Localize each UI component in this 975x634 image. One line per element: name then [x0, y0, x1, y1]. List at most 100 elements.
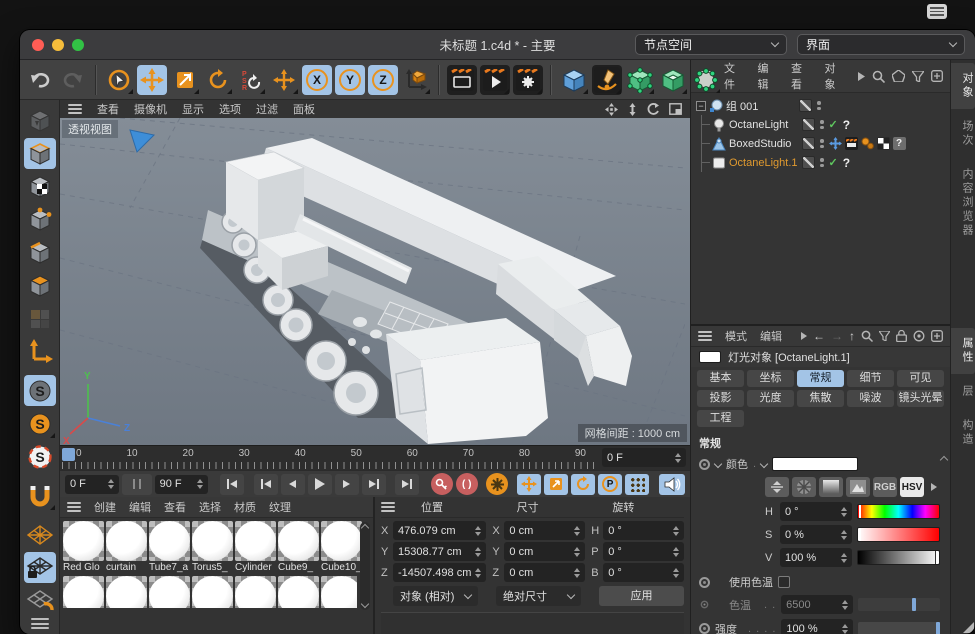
temperature-slider[interactable]	[858, 598, 940, 611]
z-axis-lock-toggle[interactable]: Z	[368, 65, 398, 95]
size-z-field[interactable]: 0 cm	[504, 563, 585, 582]
rgb-mode-button[interactable]: RGB	[873, 477, 897, 497]
psr-last-tool[interactable]: PSR	[236, 65, 266, 95]
saturation-gradient-slider[interactable]	[857, 527, 940, 542]
use-temperature-checkbox[interactable]	[778, 576, 790, 588]
tab-content-browser-vertical[interactable]: 内容浏览器	[951, 159, 975, 247]
keying-selection-button[interactable]	[625, 474, 649, 495]
object-row-light[interactable]: OctaneLight ✓ ?	[691, 115, 950, 134]
value-field[interactable]: 100 %	[780, 548, 852, 567]
goto-start-button[interactable]	[220, 474, 244, 495]
undo-button[interactable]	[25, 65, 55, 95]
attribute-menu-mode[interactable]: 模式	[725, 328, 747, 344]
visibility-toggle[interactable]	[799, 99, 812, 112]
intensity-slider[interactable]	[858, 622, 940, 634]
editor-render-dots[interactable]	[820, 158, 824, 167]
redo-button[interactable]	[58, 65, 88, 95]
collapse-icon[interactable]	[760, 460, 768, 468]
polygon-mode-button[interactable]	[24, 270, 56, 301]
param-toggle-icon[interactable]	[699, 623, 710, 634]
point-mode-button[interactable]	[24, 204, 56, 235]
up-arrow-icon[interactable]: ↑	[849, 329, 855, 343]
texture-tag-icon[interactable]	[877, 137, 890, 150]
x-axis-lock-toggle[interactable]: X	[302, 65, 332, 95]
material-item[interactable]: Cylinder	[235, 521, 276, 574]
timeline-ticks[interactable]: 0 10 20 30 40 50 60 70 80 90	[60, 446, 600, 470]
more-arrow-icon[interactable]	[931, 483, 937, 491]
axis-modification-tool[interactable]	[269, 65, 299, 95]
interface-select[interactable]: 界面	[797, 34, 965, 55]
next-frame-button[interactable]	[335, 474, 359, 495]
end-frame-field[interactable]: 90 F	[155, 475, 209, 494]
sound-toggle-button[interactable]	[659, 474, 685, 495]
hsv-mode-button[interactable]: HSV	[900, 477, 924, 497]
material-item[interactable]	[321, 576, 357, 608]
texture-mode-button[interactable]	[24, 171, 56, 202]
rotation-p-field[interactable]: 0 °	[603, 542, 684, 561]
add-panel-icon[interactable]	[931, 330, 943, 342]
tab-lens-flare[interactable]: 镜头光晕	[897, 390, 944, 407]
editor-render-dots[interactable]	[820, 139, 824, 148]
viewport-menu-icon[interactable]	[68, 104, 82, 114]
key-scale-toggle[interactable]	[544, 474, 568, 495]
compositing-tag-icon[interactable]: ?	[893, 137, 906, 150]
previous-frame-button[interactable]	[281, 474, 305, 495]
rotation-h-field[interactable]: 0 °	[603, 521, 684, 540]
goto-end-button[interactable]	[395, 474, 419, 495]
attribute-menu-edit[interactable]: 编辑	[760, 328, 782, 344]
material-scrollbar[interactable]	[360, 522, 370, 610]
param-toggle-icon[interactable]	[699, 577, 710, 588]
viewport-menu-panel[interactable]: 面板	[293, 101, 315, 117]
position-z-field[interactable]: -14507.498 cm	[393, 563, 486, 582]
tab-takes-vertical[interactable]: 场次	[951, 111, 975, 157]
param-toggle-icon[interactable]	[701, 601, 709, 609]
render-tag-icon[interactable]	[845, 137, 858, 150]
material-menu-view[interactable]: 查看	[164, 499, 186, 515]
xpresso-tag-icon[interactable]	[829, 137, 842, 150]
enabled-check-icon[interactable]: ✓	[829, 156, 838, 169]
position-x-field[interactable]: 476.079 cm	[393, 521, 486, 540]
tab-details[interactable]: 细节	[847, 370, 894, 387]
gradient-picker-icon[interactable]	[819, 477, 843, 497]
viewport-solo-off-button[interactable]: S	[24, 375, 56, 406]
autokey-button[interactable]: ( )	[456, 473, 478, 495]
editor-render-dots[interactable]	[817, 101, 821, 110]
tab-caustics[interactable]: 焦散	[797, 390, 844, 407]
coordinate-system-toggle[interactable]	[401, 65, 431, 95]
field-deformer-button[interactable]	[691, 65, 721, 95]
visibility-toggle[interactable]	[802, 156, 815, 169]
tab-coordinates[interactable]: 坐标	[747, 370, 794, 387]
more-arrow-icon[interactable]	[801, 332, 807, 340]
range-slider-toggle[interactable]	[122, 474, 152, 495]
tab-basic[interactable]: 基本	[697, 370, 744, 387]
material-menu-texture[interactable]: 纹理	[269, 499, 291, 515]
tab-attributes-vertical[interactable]: 属性	[951, 328, 975, 374]
compact-picker-icon[interactable]	[765, 477, 789, 497]
size-mode-select[interactable]: 绝对尺寸	[496, 586, 581, 606]
object-menu-object[interactable]: 对象	[825, 60, 845, 92]
edge-mode-button[interactable]	[24, 237, 56, 268]
compositing-tag-icon[interactable]: ?	[843, 156, 850, 170]
tab-general[interactable]: 常规	[797, 370, 844, 387]
tab-layers-vertical[interactable]: 层	[951, 376, 975, 408]
tab-structure-vertical[interactable]: 构造	[951, 410, 975, 456]
viewport-rotate-icon[interactable]	[647, 103, 660, 116]
enable-axis-button[interactable]	[24, 336, 56, 367]
rotation-b-field[interactable]: 0 °	[603, 563, 684, 582]
material-menu-icon[interactable]	[67, 502, 81, 512]
object-menu-file[interactable]: 文件	[724, 60, 744, 92]
viewport-menu-view[interactable]: 查看	[97, 101, 119, 117]
viewport-menu-display[interactable]: 显示	[182, 101, 204, 117]
material-item[interactable]: Tube7_a	[149, 521, 190, 574]
color-wheel-icon[interactable]	[792, 477, 816, 497]
render-view-button[interactable]	[447, 65, 477, 95]
render-to-picture-viewer-button[interactable]	[480, 65, 510, 95]
tab-photometric[interactable]: 光度	[747, 390, 794, 407]
tab-visibility[interactable]: 可见	[897, 370, 944, 387]
add-layer-icon[interactable]	[931, 70, 943, 82]
minimize-window-button[interactable]	[52, 39, 64, 51]
y-axis-lock-toggle[interactable]: Y	[335, 65, 365, 95]
material-menu-edit[interactable]: 编辑	[129, 499, 151, 515]
hue-gradient-slider[interactable]	[857, 504, 940, 519]
attribute-menu-icon[interactable]	[698, 331, 712, 341]
